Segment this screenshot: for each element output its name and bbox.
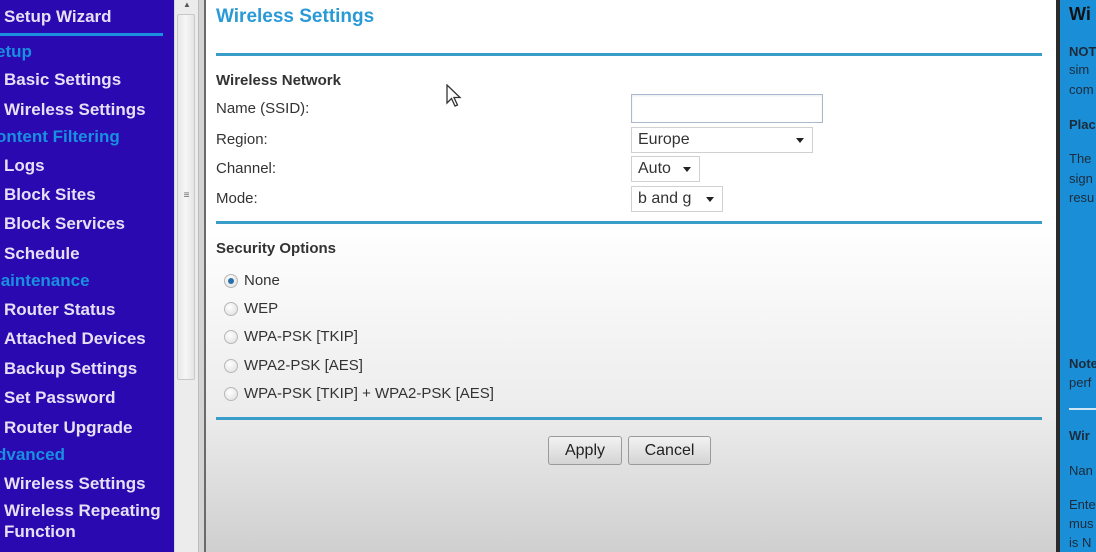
apply-button[interactable]: Apply [548,436,622,465]
page-title: Wireless Settings [216,6,375,27]
mode-select[interactable]: b and g [631,186,723,212]
help-line: perf [1069,375,1092,390]
channel-value: Auto [638,160,671,177]
help-line: The [1069,151,1092,166]
wireless-network-heading: Wireless Network [216,72,341,89]
chevron-down-icon [796,138,804,143]
chevron-down-icon [683,167,691,172]
security-option-wpa-psk-tkip[interactable]: WPA-PSK [TKIP] [224,328,358,345]
scroll-up-icon[interactable]: ▲ [179,0,195,12]
sidebar-item-block-services[interactable]: Block Services [4,214,125,234]
scrollbar-thumb[interactable]: ≡ [177,14,195,380]
option-label: WPA-PSK [TKIP] + WPA2-PSK [AES] [244,385,494,402]
main-content: Wireless Settings Wireless Network Name … [206,0,1056,552]
mouse-cursor-icon [446,84,462,107]
sidebar-item-basic-settings[interactable]: Basic Settings [4,70,121,90]
sidebar-item-wireless-repeating[interactable]: Wireless Repeating [4,501,161,521]
divider [216,417,1042,420]
help-divider [1069,408,1096,410]
mode-label: Mode: [216,190,258,207]
option-label: None [244,272,280,289]
region-value: Europe [638,131,690,148]
sidebar-item-backup-settings[interactable]: Backup Settings [4,359,137,379]
sidebar-scrollbar[interactable]: ▲ ≡ [174,0,198,552]
help-line: Nan [1069,463,1093,478]
radio-button[interactable] [224,358,238,373]
sidebar-item-router-upgrade[interactable]: Router Upgrade [4,418,132,438]
help-line: NOT [1069,44,1096,59]
help-title: Wi [1069,4,1091,24]
divider [216,221,1042,224]
radio-button[interactable] [224,386,238,401]
radio-button[interactable] [224,329,238,344]
sidebar-item-logs[interactable]: Logs [4,156,45,176]
grip-icon: ≡ [183,190,190,201]
help-line: Plac [1069,117,1096,132]
help-line: Ente [1069,497,1096,512]
sidebar-section-maintenance: laintenance [0,271,90,290]
option-label: WEP [244,300,279,317]
sidebar-item-block-sites[interactable]: Block Sites [4,185,96,205]
option-label: WPA2-PSK [AES] [244,357,363,374]
radio-button[interactable] [224,273,238,288]
sidebar-item-schedule[interactable]: Schedule [4,244,80,264]
sidebar-divider [0,33,163,36]
help-line: Note [1069,356,1096,371]
sidebar-item-set-password[interactable]: Set Password [4,388,116,408]
sidebar-item-setup-wizard[interactable]: Setup Wizard [4,7,112,27]
sidebar-item-wireless-settings[interactable]: Wireless Settings [4,100,146,120]
help-line: com [1069,82,1094,97]
help-line: sim [1069,62,1090,77]
channel-select[interactable]: Auto [631,156,700,182]
option-label: WPA-PSK [TKIP] [244,328,358,345]
help-line: mus [1069,516,1094,531]
divider [216,53,1042,56]
security-option-wep[interactable]: WEP [224,300,278,317]
sidebar-item-advanced-wireless-settings[interactable]: Wireless Settings [4,474,146,494]
sidebar-item-router-status[interactable]: Router Status [4,300,115,320]
region-select[interactable]: Europe [631,127,813,153]
sidebar-section-content-filtering: ontent Filtering [0,127,120,146]
help-line: Wir [1069,428,1090,443]
help-line: sign [1069,171,1093,186]
security-options-heading: Security Options [216,240,337,257]
help-panel: Wi NOT sim com Plac The sign resu Note p… [1060,0,1096,552]
security-option-wpa2-psk-aes[interactable]: WPA2-PSK [AES] [224,357,363,374]
sidebar-nav: Setup Wizard etup Basic Settings Wireles… [0,0,174,552]
help-line: is N [1069,535,1092,550]
mode-value: b and g [638,190,692,207]
security-option-wpa-mixed[interactable]: WPA-PSK [TKIP] + WPA2-PSK [AES] [224,385,494,402]
sidebar-section-advanced: dvanced [0,445,65,464]
sidebar-item-wireless-repeating-cont[interactable]: Function [4,522,76,542]
frame-divider[interactable] [198,0,206,552]
help-line: resu [1069,190,1095,205]
sidebar-item-attached-devices[interactable]: Attached Devices [4,329,146,349]
security-option-none[interactable]: None [224,272,280,289]
cancel-button[interactable]: Cancel [628,436,711,465]
radio-button[interactable] [224,301,238,316]
ssid-label: Name (SSID): [216,100,310,117]
channel-label: Channel: [216,160,277,177]
chevron-down-icon [706,197,714,202]
sidebar-section-setup: etup [0,42,32,61]
region-label: Region: [216,131,268,148]
ssid-input[interactable] [631,94,823,123]
